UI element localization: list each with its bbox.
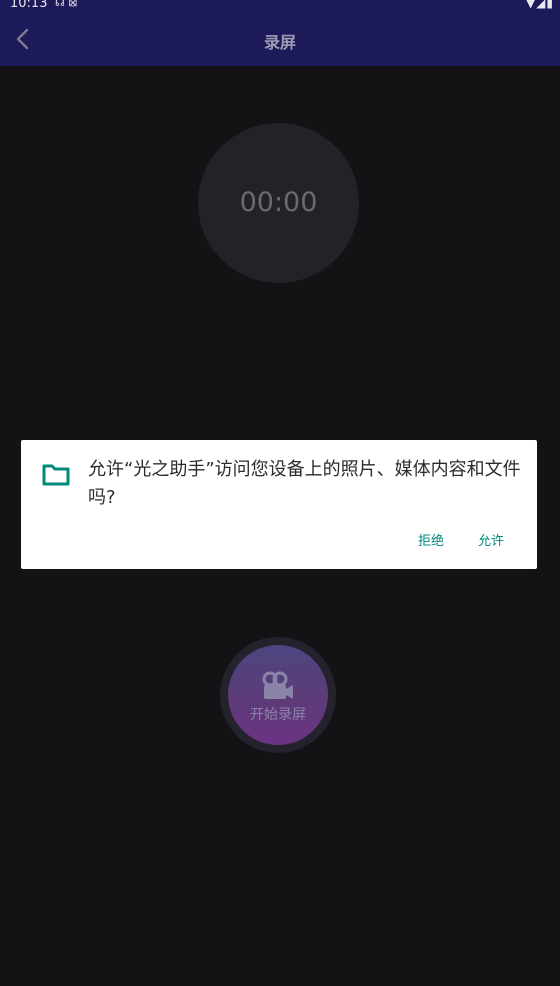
allow-button[interactable]: 允许 [478,530,504,549]
permission-dialog: 允许“光之助手”访问您设备上的照片、媒体内容和文件吗? 拒绝 允许 [21,440,537,569]
page-title: 录屏 [263,33,296,52]
video-camera-icon [262,671,293,699]
permission-message: 允许“光之助手”访问您设备上的照片、媒体内容和文件吗? [88,459,521,508]
timer-display: 00:00 [198,123,359,283]
status-time: 10:13 [10,0,48,11]
timer-value: 00:00 [239,187,318,218]
app-bar: 录屏 [0,12,560,66]
status-bar: 10:13 ☊ ⊠ ▼◢▮ [0,0,560,12]
status-notification-icons: ☊ ⊠ [55,0,78,9]
record-button-ring: 开始录屏 [220,637,336,753]
start-recording-button[interactable]: 开始录屏 [228,645,328,745]
start-recording-label: 开始录屏 [250,707,306,723]
status-signal-battery-icons: ▼◢▮ [525,0,554,10]
folder-icon [42,464,70,486]
deny-button[interactable]: 拒绝 [418,530,444,549]
